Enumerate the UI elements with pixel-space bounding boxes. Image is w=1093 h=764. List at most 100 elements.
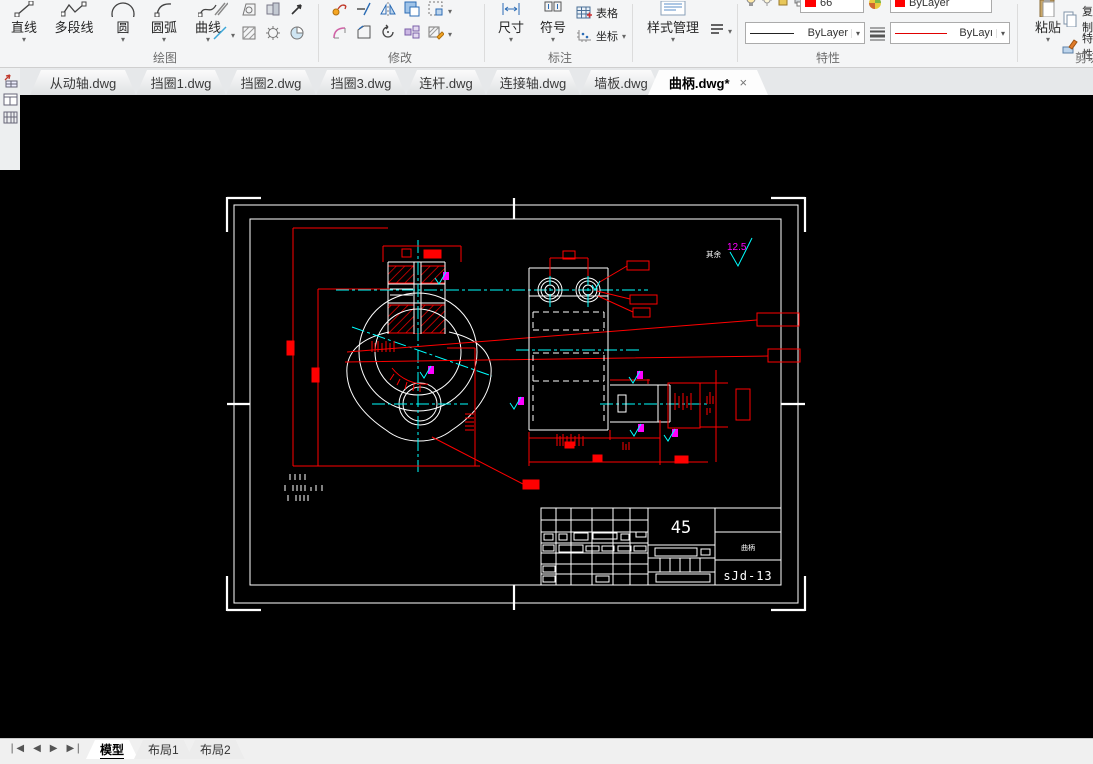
color-ball-icon[interactable] <box>868 0 882 10</box>
chevron-down-icon[interactable]: ▾ <box>162 36 166 44</box>
chevron-down-icon[interactable]: ▾ <box>551 36 555 44</box>
roughness-marks <box>509 280 678 442</box>
title-block: 45 曲柄 sJd-13 <box>540 507 782 586</box>
line-button[interactable]: 直线 ▾ <box>4 0 44 44</box>
chevron-down-icon[interactable]: ▾ <box>728 27 732 36</box>
first-sheet-icon[interactable]: ❘◀ <box>8 743 24 754</box>
lineweight-icon[interactable] <box>868 24 886 42</box>
doc-tab[interactable]: 从动轴.dwg <box>30 70 136 95</box>
chamfer-icon[interactable] <box>355 23 373 41</box>
layer-on-icon[interactable] <box>745 0 757 7</box>
pick-arrow-icon[interactable] <box>288 0 306 18</box>
offset-icon[interactable] <box>403 0 421 18</box>
polyline-icon <box>61 0 87 17</box>
color-select[interactable]: ByLayer <box>890 0 992 13</box>
chevron-down-icon[interactable]: ▾ <box>851 28 864 38</box>
chevron-down-icon[interactable]: ▾ <box>231 31 235 40</box>
style-manager-button[interactable]: 样式管理 ▾ <box>640 0 706 44</box>
region-icon[interactable] <box>240 0 258 18</box>
chevron-down-icon[interactable]: ▾ <box>1046 36 1050 44</box>
explode-icon[interactable] <box>403 23 421 41</box>
doc-tab-active[interactable]: 曲柄.dwg* × <box>648 70 768 95</box>
chevron-down-icon[interactable]: ▾ <box>121 36 125 44</box>
drawing-canvas[interactable]: 45 曲柄 sJd-13 其余 12.5 <box>0 95 1093 738</box>
side-view <box>509 250 751 466</box>
layer-color-swatch <box>805 0 816 7</box>
cad-drawing: 45 曲柄 sJd-13 其余 12.5 <box>225 196 807 612</box>
group-divider <box>318 4 319 62</box>
insert-frame-icon[interactable] <box>3 74 18 88</box>
front-view-dimensions <box>286 227 801 490</box>
chevron-down-icon[interactable]: ▾ <box>622 32 626 41</box>
cylinder-icon[interactable] <box>264 0 282 18</box>
copy-icon <box>1062 11 1078 27</box>
doc-tab[interactable]: 挡圈2.dwg <box>226 70 316 95</box>
color-swatch <box>895 0 905 7</box>
frame-corner-marks <box>225 196 807 612</box>
table-grid-icon[interactable] <box>3 111 18 124</box>
left-mini-toolbar <box>0 68 20 170</box>
construction-line-icon[interactable] <box>211 24 229 42</box>
annotate-group-label: 标注 <box>547 51 572 65</box>
hatch-edit-icon[interactable] <box>427 23 445 41</box>
doc-tab[interactable]: 连接轴.dwg <box>486 70 580 95</box>
layer-tools <box>745 0 807 7</box>
text-lines-icon[interactable] <box>708 20 726 38</box>
array-icon[interactable] <box>427 0 445 18</box>
doc-tab[interactable]: 挡圈1.dwg <box>136 70 226 95</box>
rotate-icon[interactable] <box>379 23 397 41</box>
document-tab-bar: 从动轴.dwg 挡圈1.dwg 挡圈2.dwg 挡圈3.dwg 连杆.dwg 连… <box>0 68 1093 95</box>
sheet-nav: ❘◀ ◀ ▶ ▶❘ <box>8 743 83 754</box>
chevron-down-icon[interactable]: ▾ <box>448 7 452 16</box>
parallel-line-icon[interactable] <box>211 0 229 18</box>
layer-select[interactable]: 66 <box>800 0 864 13</box>
arc-button[interactable]: 圆弧 ▾ <box>142 0 186 44</box>
layout2-tab[interactable]: 布局2 <box>186 740 245 759</box>
coordinate-icon <box>576 29 592 43</box>
paste-icon <box>1038 0 1058 17</box>
chevron-down-icon[interactable]: ▾ <box>206 36 210 44</box>
dimension-button[interactable]: 尺寸 ▾ <box>492 0 530 44</box>
layer-lock-icon[interactable] <box>777 0 789 7</box>
table-button[interactable]: 表格 <box>576 5 618 21</box>
polyline-button[interactable]: 多段线 <box>44 0 104 35</box>
trim-icon[interactable] <box>355 0 373 18</box>
group-divider <box>737 4 738 62</box>
arc-icon <box>154 0 174 17</box>
chevron-down-icon[interactable]: ▾ <box>671 36 675 44</box>
table-icon <box>576 6 592 20</box>
symbol-icon <box>544 0 562 17</box>
chevron-down-icon[interactable]: ▾ <box>996 28 1009 38</box>
chevron-down-icon[interactable]: ▾ <box>448 30 452 39</box>
coordinate-button[interactable]: 坐标 ▾ <box>576 28 626 44</box>
fillet-icon[interactable] <box>331 23 349 41</box>
prev-sheet-icon[interactable]: ◀ <box>33 743 41 754</box>
doc-tab[interactable]: 连杆.dwg <box>406 70 486 95</box>
gear-icon[interactable] <box>264 24 282 42</box>
group-divider <box>1017 4 1018 62</box>
draw-group-label: 绘图 <box>152 51 177 65</box>
layer-freeze-icon[interactable] <box>761 0 773 7</box>
chevron-down-icon[interactable]: ▾ <box>509 36 513 44</box>
close-icon[interactable]: × <box>740 75 748 90</box>
layout1-tab[interactable]: 布局1 <box>134 740 193 759</box>
window-icon[interactable] <box>3 93 18 106</box>
linetype-sample <box>750 32 794 34</box>
area-query-icon[interactable] <box>288 24 306 42</box>
dimension-icon <box>501 0 521 17</box>
material-text: 45 <box>671 518 691 538</box>
mirror-icon[interactable] <box>379 0 397 18</box>
lineweight-select[interactable]: ByLayı ▾ <box>890 22 1010 44</box>
group-divider <box>484 4 485 62</box>
linetype-select[interactable]: ByLayer ▾ <box>745 22 865 44</box>
move-icon[interactable] <box>331 0 349 18</box>
clipboard-group-label: 剪切板 <box>1074 51 1093 65</box>
doc-tab[interactable]: 挡圈3.dwg <box>316 70 406 95</box>
symbol-button[interactable]: 符号 ▾ <box>534 0 572 44</box>
hatch-icon[interactable] <box>240 24 258 42</box>
chevron-down-icon[interactable]: ▾ <box>22 36 26 44</box>
next-sheet-icon[interactable]: ▶ <box>50 743 58 754</box>
model-tab[interactable]: 模型 <box>86 740 138 759</box>
circle-button[interactable]: 圆 ▾ <box>106 0 140 44</box>
last-sheet-icon[interactable]: ▶❘ <box>66 743 82 754</box>
